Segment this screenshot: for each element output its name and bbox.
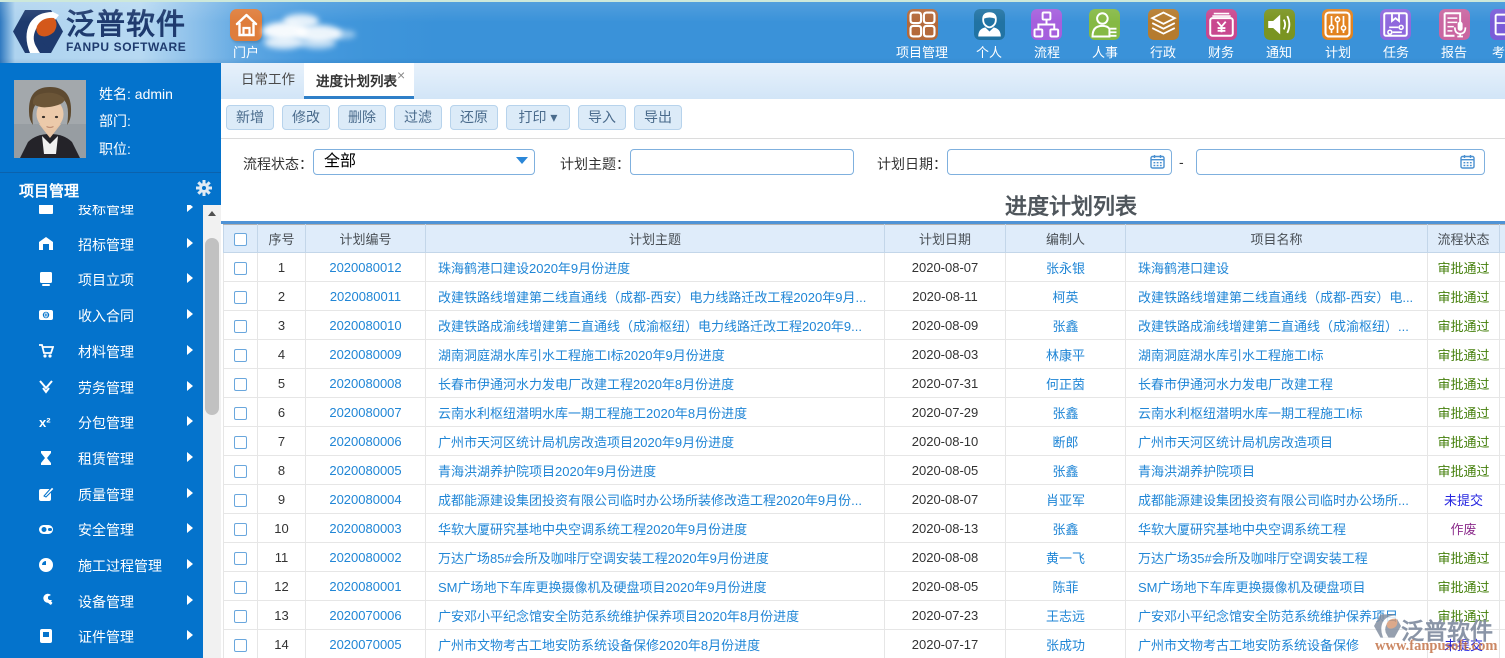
svg-text:x²: x²: [39, 415, 51, 430]
svg-text:0: 0: [44, 313, 48, 320]
